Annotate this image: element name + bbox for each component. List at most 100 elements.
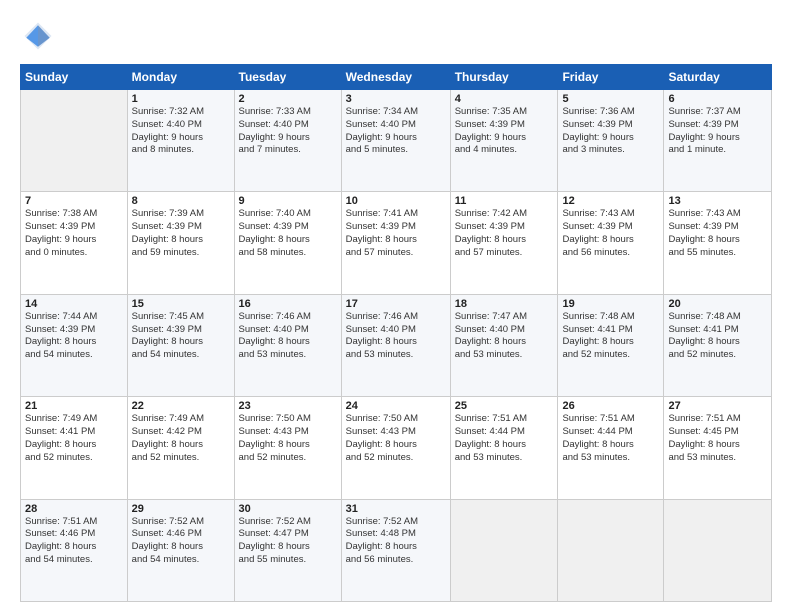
day-info: Sunrise: 7:45 AM Sunset: 4:39 PM Dayligh… xyxy=(132,311,230,362)
day-info: Sunrise: 7:48 AM Sunset: 4:41 PM Dayligh… xyxy=(668,311,767,362)
day-number: 22 xyxy=(132,400,230,412)
day-info: Sunrise: 7:34 AM Sunset: 4:40 PM Dayligh… xyxy=(346,106,446,157)
day-info: Sunrise: 7:51 AM Sunset: 4:44 PM Dayligh… xyxy=(455,413,554,464)
day-info: Sunrise: 7:50 AM Sunset: 4:43 PM Dayligh… xyxy=(239,413,337,464)
day-header-friday: Friday xyxy=(558,65,664,90)
day-cell: 11Sunrise: 7:42 AM Sunset: 4:39 PM Dayli… xyxy=(450,192,558,294)
day-cell xyxy=(664,499,772,601)
page: SundayMondayTuesdayWednesdayThursdayFrid… xyxy=(0,0,792,612)
day-info: Sunrise: 7:51 AM Sunset: 4:46 PM Dayligh… xyxy=(25,516,123,567)
day-number: 17 xyxy=(346,298,446,310)
day-number: 5 xyxy=(562,93,659,105)
week-row-5: 28Sunrise: 7:51 AM Sunset: 4:46 PM Dayli… xyxy=(21,499,772,601)
day-number: 19 xyxy=(562,298,659,310)
day-number: 14 xyxy=(25,298,123,310)
day-cell: 15Sunrise: 7:45 AM Sunset: 4:39 PM Dayli… xyxy=(127,294,234,396)
day-cell: 4Sunrise: 7:35 AM Sunset: 4:39 PM Daylig… xyxy=(450,90,558,192)
day-cell: 13Sunrise: 7:43 AM Sunset: 4:39 PM Dayli… xyxy=(664,192,772,294)
day-cell: 17Sunrise: 7:46 AM Sunset: 4:40 PM Dayli… xyxy=(341,294,450,396)
day-number: 21 xyxy=(25,400,123,412)
day-info: Sunrise: 7:42 AM Sunset: 4:39 PM Dayligh… xyxy=(455,208,554,259)
day-header-thursday: Thursday xyxy=(450,65,558,90)
day-cell: 27Sunrise: 7:51 AM Sunset: 4:45 PM Dayli… xyxy=(664,397,772,499)
day-number: 13 xyxy=(668,195,767,207)
day-cell: 14Sunrise: 7:44 AM Sunset: 4:39 PM Dayli… xyxy=(21,294,128,396)
day-info: Sunrise: 7:52 AM Sunset: 4:47 PM Dayligh… xyxy=(239,516,337,567)
day-cell: 24Sunrise: 7:50 AM Sunset: 4:43 PM Dayli… xyxy=(341,397,450,499)
day-info: Sunrise: 7:50 AM Sunset: 4:43 PM Dayligh… xyxy=(346,413,446,464)
week-row-4: 21Sunrise: 7:49 AM Sunset: 4:41 PM Dayli… xyxy=(21,397,772,499)
day-header-saturday: Saturday xyxy=(664,65,772,90)
day-info: Sunrise: 7:40 AM Sunset: 4:39 PM Dayligh… xyxy=(239,208,337,259)
day-cell: 2Sunrise: 7:33 AM Sunset: 4:40 PM Daylig… xyxy=(234,90,341,192)
day-cell: 6Sunrise: 7:37 AM Sunset: 4:39 PM Daylig… xyxy=(664,90,772,192)
day-info: Sunrise: 7:49 AM Sunset: 4:42 PM Dayligh… xyxy=(132,413,230,464)
day-info: Sunrise: 7:39 AM Sunset: 4:39 PM Dayligh… xyxy=(132,208,230,259)
day-header-wednesday: Wednesday xyxy=(341,65,450,90)
day-info: Sunrise: 7:43 AM Sunset: 4:39 PM Dayligh… xyxy=(562,208,659,259)
day-cell: 3Sunrise: 7:34 AM Sunset: 4:40 PM Daylig… xyxy=(341,90,450,192)
day-cell: 30Sunrise: 7:52 AM Sunset: 4:47 PM Dayli… xyxy=(234,499,341,601)
day-info: Sunrise: 7:41 AM Sunset: 4:39 PM Dayligh… xyxy=(346,208,446,259)
week-row-3: 14Sunrise: 7:44 AM Sunset: 4:39 PM Dayli… xyxy=(21,294,772,396)
day-number: 9 xyxy=(239,195,337,207)
day-info: Sunrise: 7:44 AM Sunset: 4:39 PM Dayligh… xyxy=(25,311,123,362)
day-info: Sunrise: 7:51 AM Sunset: 4:45 PM Dayligh… xyxy=(668,413,767,464)
day-cell: 8Sunrise: 7:39 AM Sunset: 4:39 PM Daylig… xyxy=(127,192,234,294)
day-cell: 25Sunrise: 7:51 AM Sunset: 4:44 PM Dayli… xyxy=(450,397,558,499)
day-info: Sunrise: 7:49 AM Sunset: 4:41 PM Dayligh… xyxy=(25,413,123,464)
day-number: 18 xyxy=(455,298,554,310)
day-number: 30 xyxy=(239,503,337,515)
day-cell: 31Sunrise: 7:52 AM Sunset: 4:48 PM Dayli… xyxy=(341,499,450,601)
week-row-2: 7Sunrise: 7:38 AM Sunset: 4:39 PM Daylig… xyxy=(21,192,772,294)
day-info: Sunrise: 7:52 AM Sunset: 4:46 PM Dayligh… xyxy=(132,516,230,567)
day-number: 15 xyxy=(132,298,230,310)
day-number: 16 xyxy=(239,298,337,310)
calendar-header-row: SundayMondayTuesdayWednesdayThursdayFrid… xyxy=(21,65,772,90)
day-cell: 19Sunrise: 7:48 AM Sunset: 4:41 PM Dayli… xyxy=(558,294,664,396)
week-row-1: 1Sunrise: 7:32 AM Sunset: 4:40 PM Daylig… xyxy=(21,90,772,192)
day-cell: 29Sunrise: 7:52 AM Sunset: 4:46 PM Dayli… xyxy=(127,499,234,601)
day-number: 1 xyxy=(132,93,230,105)
day-cell: 1Sunrise: 7:32 AM Sunset: 4:40 PM Daylig… xyxy=(127,90,234,192)
day-info: Sunrise: 7:36 AM Sunset: 4:39 PM Dayligh… xyxy=(562,106,659,157)
logo xyxy=(20,18,60,54)
day-number: 11 xyxy=(455,195,554,207)
day-number: 6 xyxy=(668,93,767,105)
day-number: 4 xyxy=(455,93,554,105)
day-number: 31 xyxy=(346,503,446,515)
day-cell: 28Sunrise: 7:51 AM Sunset: 4:46 PM Dayli… xyxy=(21,499,128,601)
logo-icon xyxy=(20,18,56,54)
day-cell: 12Sunrise: 7:43 AM Sunset: 4:39 PM Dayli… xyxy=(558,192,664,294)
day-info: Sunrise: 7:46 AM Sunset: 4:40 PM Dayligh… xyxy=(239,311,337,362)
day-number: 27 xyxy=(668,400,767,412)
day-number: 2 xyxy=(239,93,337,105)
day-number: 10 xyxy=(346,195,446,207)
day-number: 23 xyxy=(239,400,337,412)
day-header-tuesday: Tuesday xyxy=(234,65,341,90)
day-info: Sunrise: 7:48 AM Sunset: 4:41 PM Dayligh… xyxy=(562,311,659,362)
day-number: 29 xyxy=(132,503,230,515)
day-info: Sunrise: 7:33 AM Sunset: 4:40 PM Dayligh… xyxy=(239,106,337,157)
day-info: Sunrise: 7:46 AM Sunset: 4:40 PM Dayligh… xyxy=(346,311,446,362)
day-info: Sunrise: 7:52 AM Sunset: 4:48 PM Dayligh… xyxy=(346,516,446,567)
day-number: 26 xyxy=(562,400,659,412)
day-info: Sunrise: 7:51 AM Sunset: 4:44 PM Dayligh… xyxy=(562,413,659,464)
day-number: 28 xyxy=(25,503,123,515)
day-cell xyxy=(21,90,128,192)
header xyxy=(20,18,772,54)
day-cell: 16Sunrise: 7:46 AM Sunset: 4:40 PM Dayli… xyxy=(234,294,341,396)
day-info: Sunrise: 7:47 AM Sunset: 4:40 PM Dayligh… xyxy=(455,311,554,362)
day-header-sunday: Sunday xyxy=(21,65,128,90)
day-info: Sunrise: 7:43 AM Sunset: 4:39 PM Dayligh… xyxy=(668,208,767,259)
day-cell: 7Sunrise: 7:38 AM Sunset: 4:39 PM Daylig… xyxy=(21,192,128,294)
day-number: 3 xyxy=(346,93,446,105)
day-cell: 20Sunrise: 7:48 AM Sunset: 4:41 PM Dayli… xyxy=(664,294,772,396)
day-info: Sunrise: 7:37 AM Sunset: 4:39 PM Dayligh… xyxy=(668,106,767,157)
day-cell: 5Sunrise: 7:36 AM Sunset: 4:39 PM Daylig… xyxy=(558,90,664,192)
day-cell: 22Sunrise: 7:49 AM Sunset: 4:42 PM Dayli… xyxy=(127,397,234,499)
day-number: 7 xyxy=(25,195,123,207)
day-cell: 18Sunrise: 7:47 AM Sunset: 4:40 PM Dayli… xyxy=(450,294,558,396)
day-cell: 9Sunrise: 7:40 AM Sunset: 4:39 PM Daylig… xyxy=(234,192,341,294)
day-cell: 23Sunrise: 7:50 AM Sunset: 4:43 PM Dayli… xyxy=(234,397,341,499)
